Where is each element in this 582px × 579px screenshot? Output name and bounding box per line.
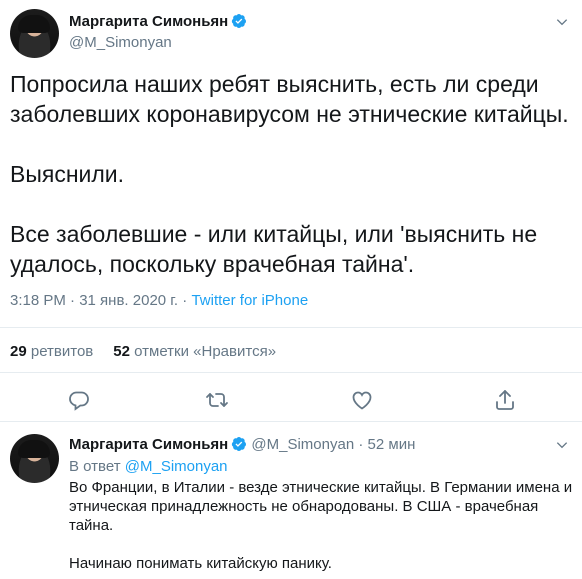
reply-prefix: В ответ <box>69 458 121 475</box>
tweet-source[interactable]: Twitter for iPhone <box>191 292 308 309</box>
retweet-button[interactable] <box>205 388 229 412</box>
chevron-down-icon[interactable] <box>554 437 570 453</box>
tweet-paragraph: Попросила наших ребят выяснить, есть ли … <box>10 71 569 127</box>
likes-stat[interactable]: 52 отметки «Нравится» <box>113 343 276 360</box>
reply-mention-link[interactable]: @M_Simonyan <box>125 458 228 475</box>
reply-context: В ответ @M_Simonyan <box>69 458 228 475</box>
author-handle[interactable]: @M_Simonyan <box>69 34 172 51</box>
like-button[interactable] <box>350 388 374 412</box>
tweet-text: Попросила наших ребят выяснить, есть ли … <box>10 69 570 279</box>
likes-count: 52 <box>113 343 130 360</box>
chevron-down-icon[interactable] <box>554 14 570 30</box>
share-icon <box>496 390 514 410</box>
likes-label: отметки «Нравится» <box>134 343 277 360</box>
main-tweet: Маргарита Симоньян @M_Simonyan Попросила… <box>0 0 582 421</box>
tweet-stats: 29 ретвитов 52 отметки «Нравится» <box>10 343 276 360</box>
reply-tweet[interactable]: Маргарита Симоньян @M_Simonyan · 52 мин … <box>0 422 582 579</box>
tweet-paragraph: Все заболевшие - или китайцы, или 'выясн… <box>10 221 538 277</box>
reply-time[interactable]: 52 мин <box>368 436 416 453</box>
reply-text: Во Франции, в Италии - везде этнические … <box>69 478 574 573</box>
tweet-paragraph: Выяснили. <box>10 161 125 187</box>
avatar[interactable] <box>10 9 59 58</box>
reply-author-name[interactable]: Маргарита Симоньян <box>69 436 228 453</box>
author-name[interactable]: Маргарита Симоньян <box>69 13 247 30</box>
reply-dot: · <box>358 436 364 453</box>
verified-badge-icon <box>232 437 247 451</box>
tweet-actions <box>0 388 582 414</box>
divider <box>0 327 582 328</box>
reply-icon <box>69 391 89 411</box>
retweets-label: ретвитов <box>30 343 94 360</box>
avatar[interactable] <box>10 434 59 483</box>
heart-icon <box>352 391 372 410</box>
divider <box>0 372 582 373</box>
retweet-icon <box>206 393 228 407</box>
reply-button[interactable] <box>67 388 91 412</box>
meta-separator: · <box>178 292 192 309</box>
author-name-text[interactable]: Маргарита Симоньян <box>69 13 228 30</box>
verified-badge-icon <box>232 14 247 28</box>
tweet-timestamp[interactable]: 3:18 PM · 31 янв. 2020 г. <box>10 292 178 309</box>
reply-author-handle[interactable]: @M_Simonyan <box>251 436 354 453</box>
share-button[interactable] <box>493 388 517 412</box>
reply-header: Маргарита Симоньян @M_Simonyan · 52 мин <box>69 436 415 453</box>
retweets-stat[interactable]: 29 ретвитов <box>10 343 93 360</box>
reply-paragraph: Во Франции, в Италии - везде этнические … <box>69 479 573 534</box>
retweets-count: 29 <box>10 343 27 360</box>
reply-paragraph: Начинаю понимать китайскую панику. <box>69 555 332 572</box>
tweet-meta: 3:18 PM · 31 янв. 2020 г. · Twitter for … <box>10 292 308 309</box>
